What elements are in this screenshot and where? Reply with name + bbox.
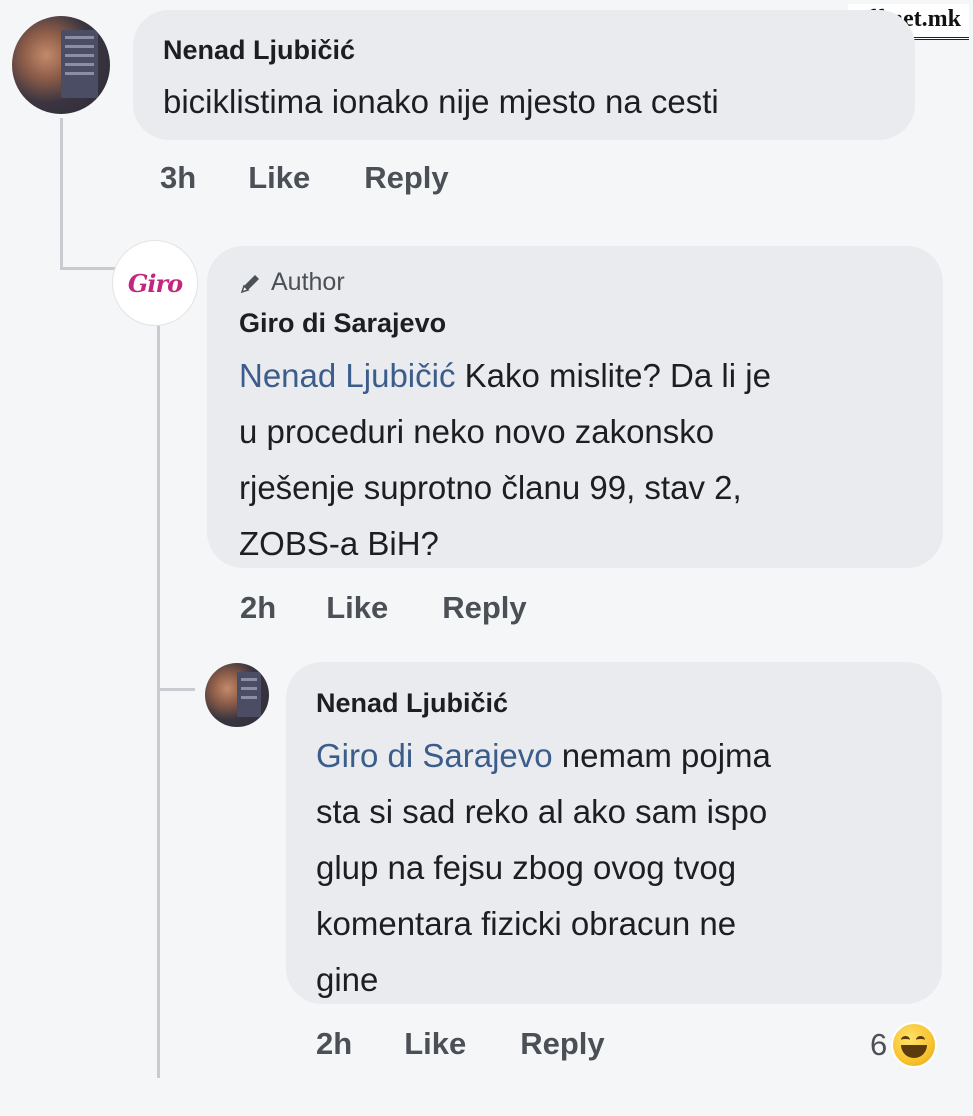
mention-link[interactable]: Nenad Ljubičić [239, 357, 455, 394]
comment-text-line: gine [316, 961, 379, 998]
comment-bubble: Author Giro di Sarajevo Nenad Ljubičić K… [207, 246, 943, 568]
comment-actions: 2h Like Reply [240, 590, 527, 626]
comment-text: Giro di Sarajevo nemam pojma sta si sad … [316, 728, 771, 1008]
comment-author[interactable]: Giro di Sarajevo [239, 308, 446, 339]
reply-button[interactable]: Reply [442, 590, 526, 626]
comment-bubble: Nenad Ljubičić Giro di Sarajevo nemam po… [286, 662, 942, 1004]
avatar[interactable] [205, 663, 269, 727]
avatar-logo[interactable]: Giro [112, 240, 198, 326]
comment-actions: 2h Like Reply [316, 1026, 605, 1062]
haha-emoji-icon [891, 1022, 938, 1068]
author-badge-label: Author [271, 268, 345, 296]
comment-author[interactable]: Nenad Ljubičić [316, 688, 508, 719]
pencil-icon [240, 274, 259, 293]
reply-button[interactable]: Reply [364, 160, 448, 196]
comment-text-line: ZOBS-a BiH? [239, 525, 439, 562]
like-button[interactable]: Like [404, 1026, 466, 1062]
comment-time[interactable]: 2h [316, 1026, 352, 1062]
comment-text: biciklistima ionako nije mjesto na cesti [163, 83, 719, 120]
avatar-poster [61, 29, 99, 99]
comment-text-line: rješenje suprotno članu 99, stav 2, [239, 469, 742, 506]
avatar[interactable] [12, 16, 110, 114]
comment-time[interactable]: 3h [160, 160, 196, 196]
reaction-summary[interactable]: 6 [870, 1022, 938, 1068]
thread-connector [157, 688, 195, 691]
like-button[interactable]: Like [326, 590, 388, 626]
mention-link[interactable]: Giro di Sarajevo [316, 737, 553, 774]
comment-text-line: komentara fizicki obracun ne [316, 905, 737, 942]
giro-logo-text: Giro [127, 268, 183, 298]
author-badge: Author [239, 268, 345, 297]
thread-line [60, 118, 63, 270]
reply-button[interactable]: Reply [520, 1026, 604, 1062]
avatar-poster [237, 671, 262, 717]
like-button[interactable]: Like [248, 160, 310, 196]
thread-connector [60, 267, 116, 270]
comment-text-line: u proceduri neko novo zakonsko [239, 413, 715, 450]
comment-actions: 3h Like Reply [160, 160, 449, 196]
reaction-count: 6 [870, 1027, 888, 1062]
comment-author[interactable]: Nenad Ljubičić [163, 35, 355, 66]
comment-text-line: sta si sad reko al ako sam ispo [316, 793, 768, 830]
comment-bubble: Nenad Ljubičić biciklistima ionako nije … [133, 10, 915, 140]
comment-text-line: glup na fejsu zbog ovog tvog [316, 849, 737, 886]
comment-text: Nenad Ljubičić Kako mislite? Da li je u … [239, 348, 771, 572]
comment-text-line: Kako mislite? Da li je [455, 357, 771, 394]
comment-text-line: nemam pojma [552, 737, 771, 774]
comment-time[interactable]: 2h [240, 590, 276, 626]
thread-line [157, 318, 160, 1078]
